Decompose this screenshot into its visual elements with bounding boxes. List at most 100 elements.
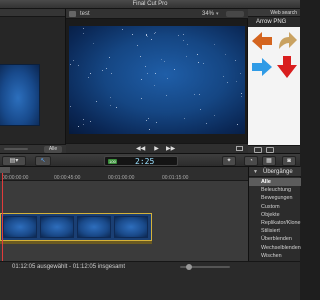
- star-dot: [87, 76, 89, 78]
- transition-category-item[interactable]: Custom: [249, 203, 301, 211]
- tick-label: 00:01:15:00: [162, 175, 189, 181]
- clip-appearance-icon[interactable]: ▤▾: [2, 156, 26, 166]
- transition-category-item[interactable]: Wechselblenden: [249, 244, 301, 252]
- next-edit-button[interactable]: ▶▶: [166, 145, 175, 153]
- clip-frame: [114, 216, 148, 238]
- viewer-title: test: [80, 11, 90, 17]
- browser-header: [0, 9, 65, 17]
- star-dot: [160, 59, 162, 61]
- star-dot: [111, 72, 113, 74]
- star-dot: [155, 122, 157, 124]
- timeline[interactable]: 00:00:00:00 00:00:45:00 00:01:00:00 00:0…: [0, 167, 248, 261]
- arrow-left-orange-icon[interactable]: [250, 29, 274, 53]
- arrow-curved-gold-icon[interactable]: [275, 29, 299, 53]
- transitions-browser: ▼ Übergänge Alle Beleuchtung Bewegungen Cus…: [248, 167, 301, 261]
- chevron-down-icon[interactable]: ▾: [216, 10, 219, 18]
- star-dot: [148, 118, 150, 120]
- star-dot: [95, 100, 97, 102]
- star-dot: [109, 57, 111, 59]
- star-dot: [147, 35, 149, 37]
- toolbar: ▤▾ ↖ 100 2:25 ✦ ◔ ▦ ◙: [0, 153, 300, 167]
- star-dot: [224, 54, 226, 56]
- timecode-value: 2:25: [135, 157, 155, 166]
- previous-edit-button[interactable]: ◀◀: [136, 145, 145, 153]
- star-dot: [73, 60, 75, 62]
- search-result-title: Arrow PNG: [256, 19, 287, 25]
- video-preview[interactable]: [69, 26, 245, 134]
- star-dot: [145, 65, 147, 67]
- star-dot: [197, 61, 199, 63]
- transition-category-item[interactable]: Objekte: [249, 211, 301, 219]
- star-dot: [226, 81, 228, 83]
- camera-icon[interactable]: ◙: [282, 156, 296, 166]
- arrow-down-red-icon[interactable]: [275, 55, 299, 79]
- star-dot: [140, 56, 142, 58]
- star-dot: [83, 33, 85, 35]
- star-dot: [141, 78, 143, 80]
- arrow-right-blue-icon[interactable]: [250, 55, 274, 79]
- event-browser: Alle: [0, 9, 66, 153]
- play-button[interactable]: ▶: [152, 145, 161, 153]
- star-dot: [165, 95, 167, 97]
- playhead[interactable]: [2, 173, 3, 261]
- star-dot: [116, 107, 118, 109]
- star-dot: [146, 119, 148, 121]
- transport-bar: ◀◀ ▶ ▶▶: [66, 143, 248, 153]
- disclosure-triangle-icon[interactable]: ▼: [253, 168, 258, 176]
- transition-category-item[interactable]: Wischen: [249, 252, 301, 260]
- clip-thumbnail[interactable]: [0, 64, 40, 126]
- star-dot: [199, 108, 201, 110]
- viewer-zoom-level[interactable]: 34%: [202, 10, 214, 18]
- star-dot: [70, 64, 72, 66]
- image-results-grid: [248, 27, 300, 145]
- star-dot: [177, 35, 179, 37]
- web-search-footer: [248, 145, 300, 153]
- browser-footer: Alle: [0, 144, 66, 153]
- transition-category-item[interactable]: Replikator/Klone: [249, 219, 301, 227]
- star-dot: [147, 72, 149, 74]
- timeline-ruler[interactable]: 00:00:00:00 00:00:45:00 00:01:00:00 00:0…: [0, 167, 248, 181]
- zoom-slider-knob[interactable]: [186, 264, 192, 270]
- window-title: Final Cut Pro: [0, 0, 300, 9]
- media-browser-icon[interactable]: ▦: [262, 156, 276, 166]
- star-dot: [185, 55, 187, 57]
- video-clip[interactable]: [0, 213, 152, 241]
- transition-category-item[interactable]: Beleuchtung: [249, 186, 301, 194]
- star-dot: [140, 98, 142, 100]
- star-dot: [241, 95, 243, 97]
- viewer-options-button[interactable]: [226, 11, 244, 17]
- project-icon: [69, 11, 76, 17]
- browser-filter-popup[interactable]: Alle: [44, 146, 62, 153]
- star-dot: [77, 125, 79, 127]
- star-dot: [213, 115, 215, 117]
- thumbnail-size-slider[interactable]: [4, 148, 28, 150]
- timecode-display[interactable]: 100 2:25: [104, 156, 178, 166]
- star-dot: [166, 77, 168, 79]
- star-dot: [213, 43, 215, 45]
- star-dot: [148, 128, 150, 130]
- star-dot: [101, 70, 103, 72]
- star-dot: [237, 124, 239, 126]
- star-dot: [173, 68, 175, 70]
- star-dot: [90, 73, 91, 75]
- clip-audio-bar: [0, 241, 152, 244]
- star-dot: [241, 93, 243, 95]
- transitions-title: Übergänge: [263, 169, 293, 175]
- fullscreen-icon[interactable]: [236, 146, 243, 151]
- arrow-pointer-icon: ↖: [40, 158, 46, 164]
- transition-category-item[interactable]: Stilisiert: [249, 227, 301, 235]
- magic-wand-icon[interactable]: ✦: [222, 156, 236, 166]
- retime-icon[interactable]: ◔: [244, 156, 258, 166]
- transition-category-item[interactable]: Bewegungen: [249, 194, 301, 202]
- star-dot: [89, 121, 91, 123]
- clip-frame: [40, 216, 74, 238]
- transition-category-item[interactable]: Überblenden: [249, 235, 301, 243]
- star-dot: [154, 85, 156, 87]
- star-dot: [197, 54, 199, 56]
- star-dot: [136, 45, 138, 47]
- transition-category-item[interactable]: Alle: [249, 178, 301, 187]
- star-dot: [235, 80, 237, 82]
- star-dot: [109, 97, 111, 99]
- transitions-category-list: Alle Beleuchtung Bewegungen Custom Objekte Re…: [249, 178, 301, 260]
- select-tool-button[interactable]: ↖: [35, 156, 51, 166]
